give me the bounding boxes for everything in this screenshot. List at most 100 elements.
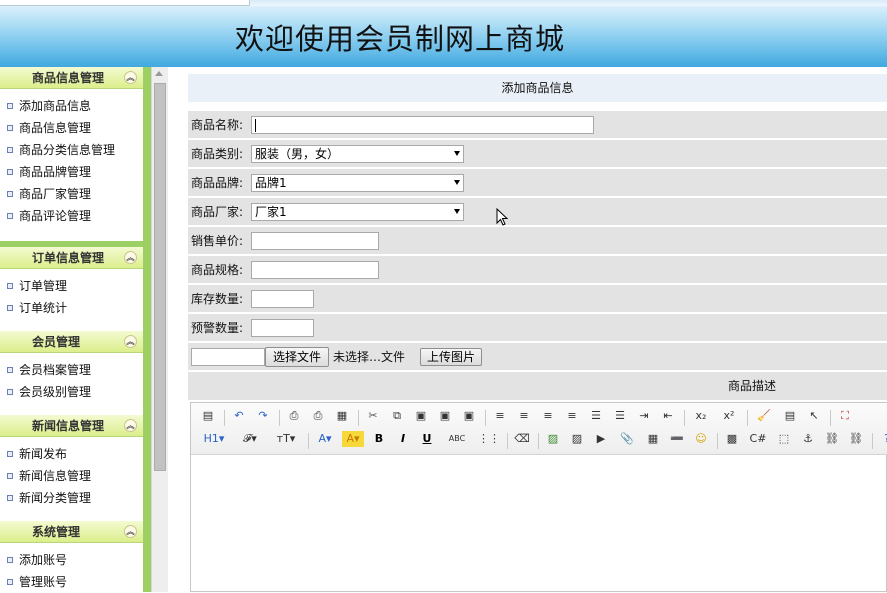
sidebar-item-goods-info[interactable]: 商品信息管理 [0, 117, 143, 139]
paste-word-icon[interactable]: ▣ [460, 408, 478, 424]
highlight-icon[interactable]: A▾ [342, 431, 364, 447]
redo-icon[interactable]: ↷ [254, 408, 272, 424]
category-select[interactable]: 服装（男，女） [251, 145, 464, 163]
warn-input[interactable] [251, 319, 314, 337]
undo-icon[interactable]: ↶ [230, 408, 248, 424]
underline-icon[interactable]: U [418, 431, 436, 447]
editor-content-area[interactable] [191, 456, 887, 593]
fullscreen-icon[interactable]: ⛶ [836, 408, 854, 424]
upload-image-button[interactable]: 上传图片 [420, 348, 482, 366]
copy-icon[interactable]: ⧉ [388, 408, 406, 424]
font-size-icon[interactable]: тT▾ [271, 431, 301, 447]
scroll-up-icon[interactable] [155, 71, 163, 76]
baidu-map-icon[interactable]: ▩ [723, 431, 741, 447]
attachment-icon[interactable]: 📎 [616, 431, 638, 447]
sidebar-item-news-publish[interactable]: 新闻发布 [0, 443, 143, 465]
toolbar-separator [872, 433, 873, 449]
spec-label: 商品规格: [191, 263, 244, 277]
align-left-icon[interactable]: ≡ [491, 408, 509, 424]
collapse-icon[interactable]: ︽ [124, 71, 137, 84]
eraser-icon[interactable]: ⌫ [513, 431, 531, 447]
strikethrough-icon[interactable]: ABC [442, 431, 472, 447]
sidebar-item-member-levels[interactable]: 会员级别管理 [0, 381, 143, 403]
sidebar-item-goods-comment[interactable]: 商品评论管理 [0, 205, 143, 227]
pointer-icon[interactable]: ↖ [805, 408, 823, 424]
align-right-icon[interactable]: ≡ [539, 408, 557, 424]
sidebar-scrollbar[interactable] [151, 67, 168, 592]
align-center-icon[interactable]: ≡ [515, 408, 533, 424]
template-icon[interactable]: ▦ [333, 408, 351, 424]
italic-icon[interactable]: I [394, 431, 412, 447]
sidebar-item-goods-brand[interactable]: 商品品牌管理 [0, 161, 143, 183]
font-family-icon[interactable]: 𝓕▾ [235, 431, 265, 447]
price-input[interactable] [251, 232, 379, 250]
toolbar-separator [224, 410, 225, 426]
scrollbar-thumb[interactable] [154, 83, 166, 471]
help-icon[interactable]: ? [878, 431, 887, 447]
browser-tab[interactable] [0, 0, 250, 6]
sidebar-group-header[interactable]: 系统管理 ︽ [0, 521, 143, 543]
sidebar-item-label: 商品评论管理 [19, 209, 92, 223]
ordered-list-icon[interactable]: ☰ [587, 408, 605, 424]
page-break-icon[interactable]: ⬚ [775, 431, 793, 447]
collapse-icon[interactable]: ︽ [124, 251, 137, 264]
multi-image-icon[interactable]: ▨ [568, 431, 586, 447]
sidebar-group-header[interactable]: 订单信息管理 ︽ [0, 247, 143, 269]
image-icon[interactable]: ▨ [544, 431, 562, 447]
align-justify-icon[interactable]: ≡ [563, 408, 581, 424]
clear-format-icon[interactable]: 🧹 [753, 408, 775, 424]
font-color-icon[interactable]: A▾ [314, 431, 336, 447]
sidebar-item-add-account[interactable]: 添加账号 [0, 549, 143, 571]
collapse-icon[interactable]: ︽ [124, 525, 137, 538]
preview-icon[interactable]: ⎙ [285, 408, 303, 424]
line-height-icon[interactable]: ⋮⋮ [478, 431, 500, 447]
cut-icon[interactable]: ✂ [364, 408, 382, 424]
collapse-icon[interactable]: ︽ [124, 419, 137, 432]
sidebar-item-label: 添加商品信息 [19, 99, 92, 113]
mouse-pointer-icon [496, 208, 509, 226]
print-icon[interactable]: ⎙ [309, 408, 327, 424]
sidebar-item-member-profiles[interactable]: 会员档案管理 [0, 359, 143, 381]
paste-text-icon[interactable]: ▣ [436, 408, 454, 424]
sidebar-item-order-stats[interactable]: 订单统计 [0, 297, 143, 319]
sidebar-group-header[interactable]: 新闻信息管理 ︽ [0, 415, 143, 437]
unordered-list-icon[interactable]: ☰ [611, 408, 629, 424]
bold-icon[interactable]: B [370, 431, 388, 447]
goods-name-input[interactable] [251, 116, 594, 134]
superscript-icon[interactable]: x² [718, 408, 740, 424]
heading-icon[interactable]: H1▾ [199, 431, 229, 447]
image-path-input[interactable] [191, 348, 265, 366]
sidebar-group-header[interactable]: 会员管理 ︽ [0, 331, 143, 353]
subscript-icon[interactable]: x₂ [690, 408, 712, 424]
sidebar-item-label: 管理账号 [19, 575, 68, 589]
sidebar-group-header[interactable]: 商品信息管理 ︽ [0, 67, 143, 89]
sidebar-item-add-goods[interactable]: 添加商品信息 [0, 95, 143, 117]
outdent-icon[interactable]: ⇤ [659, 408, 677, 424]
link-icon[interactable]: ⛓ [823, 431, 841, 447]
brand-select[interactable]: 品牌1 [251, 174, 464, 192]
anchor-icon[interactable]: ⚓ [799, 431, 817, 447]
hr-icon[interactable]: ➖ [668, 431, 686, 447]
collapse-icon[interactable]: ︽ [124, 335, 137, 348]
emoticon-icon[interactable]: ☺ [692, 431, 710, 447]
maker-label: 商品厂家: [191, 205, 244, 219]
sidebar-item-goods-category[interactable]: 商品分类信息管理 [0, 139, 143, 161]
sidebar-item-news-info[interactable]: 新闻信息管理 [0, 465, 143, 487]
source-icon[interactable]: ▤ [199, 408, 217, 424]
code-icon[interactable]: C# [747, 431, 769, 447]
sidebar-item-news-category[interactable]: 新闻分类管理 [0, 487, 143, 509]
paste-icon[interactable]: ▣ [412, 408, 430, 424]
stock-input[interactable] [251, 290, 314, 308]
sidebar-item-orders[interactable]: 订单管理 [0, 275, 143, 297]
sidebar-item-goods-maker[interactable]: 商品厂家管理 [0, 183, 143, 205]
unlink-icon[interactable]: ⛓ [847, 431, 865, 447]
indent-icon[interactable]: ⇥ [635, 408, 653, 424]
spec-input[interactable] [251, 261, 379, 279]
select-all-icon[interactable]: ▤ [781, 408, 799, 424]
bullet-icon [7, 305, 13, 311]
maker-select[interactable]: 厂家1 [251, 203, 464, 221]
flash-icon[interactable]: ▶ [592, 431, 610, 447]
table-icon[interactable]: ▦ [644, 431, 662, 447]
choose-file-button[interactable]: 选择文件 [265, 347, 329, 367]
sidebar-item-manage-account[interactable]: 管理账号 [0, 571, 143, 592]
